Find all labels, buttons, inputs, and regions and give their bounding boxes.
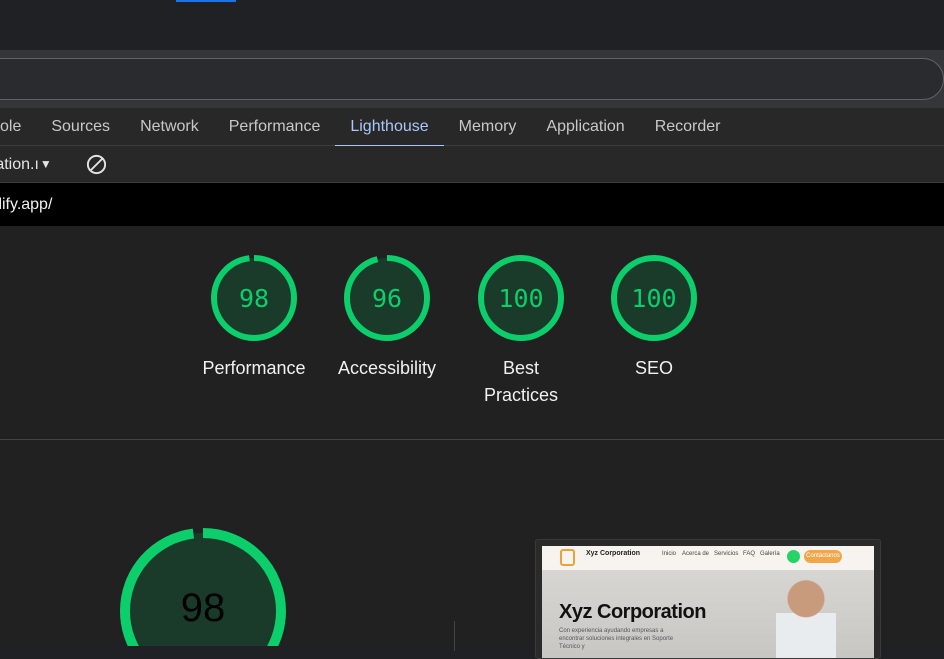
gauge-score: 96 bbox=[372, 284, 402, 313]
gauge-label: SEO bbox=[634, 358, 673, 378]
gauge-ring: 100 bbox=[478, 255, 564, 341]
tab-sources[interactable]: Sources bbox=[36, 108, 125, 146]
gauge-ring: 96 bbox=[344, 255, 430, 341]
lighthouse-toolbar: ration.ı▼ bbox=[0, 146, 944, 183]
summary-divider bbox=[454, 621, 455, 651]
site-menu-item: Servicios bbox=[714, 551, 739, 557]
tab-application[interactable]: Application bbox=[531, 108, 639, 146]
hero-person-image bbox=[776, 575, 836, 658]
gauge-accessibility[interactable]: 96 Accessibility bbox=[338, 253, 436, 382]
gauge-score: 98 bbox=[239, 284, 269, 313]
report-select-value: ration.ı bbox=[0, 156, 39, 173]
gauge-performance[interactable]: 98 Performance bbox=[202, 253, 306, 382]
gauges-divider bbox=[0, 439, 944, 440]
gauge-ring: 100 bbox=[611, 255, 697, 341]
site-hero-title: Xyz Corporation bbox=[559, 601, 706, 623]
gauge-best-practices[interactable]: 100 Best Practices bbox=[476, 253, 566, 409]
page-screenshot: Xyz Corporation Inicio Acerca de Servici… bbox=[535, 539, 881, 659]
gauge-label: Accessibility bbox=[337, 358, 437, 378]
main-score-value: 98 bbox=[181, 586, 226, 630]
report-url[interactable]: tlify.app/ bbox=[0, 183, 52, 226]
report-select[interactable]: ration.ı▼ bbox=[0, 146, 52, 182]
clear-icon[interactable] bbox=[85, 153, 108, 176]
tab-network[interactable]: Network bbox=[125, 108, 214, 146]
report-url-bar: tlify.app/ bbox=[0, 183, 944, 226]
devtools-tabs: sole Sources Network Performance Lightho… bbox=[0, 108, 944, 147]
site-menu-item: Inicio bbox=[662, 551, 677, 557]
address-row bbox=[0, 50, 944, 108]
gauge-score: 100 bbox=[498, 284, 543, 313]
tab-console[interactable]: sole bbox=[0, 108, 36, 146]
browser-top-area bbox=[0, 0, 944, 50]
caret-down-icon: ▼ bbox=[39, 157, 52, 171]
tab-recorder[interactable]: Recorder bbox=[640, 108, 736, 146]
whatsapp-icon bbox=[787, 550, 800, 563]
gauge-score: 100 bbox=[631, 284, 676, 313]
site-cta-button: Contáctanos bbox=[804, 550, 842, 563]
site-menu-item: Galería bbox=[760, 551, 780, 557]
site-hero-subtitle: Con experiencia ayudando empresas a enco… bbox=[559, 628, 674, 650]
gauge-label: Performance bbox=[202, 358, 306, 378]
address-bar[interactable] bbox=[0, 58, 944, 100]
brand-logo-icon bbox=[560, 549, 575, 566]
lighthouse-report: 98 Performance 96 Accessibility 100 Best Prac… bbox=[0, 226, 944, 659]
tab-accent-line bbox=[176, 0, 236, 2]
tab-memory[interactable]: Memory bbox=[444, 108, 532, 146]
tab-performance[interactable]: Performance bbox=[214, 108, 336, 146]
site-brand: Xyz Corporation bbox=[586, 550, 641, 557]
gauge-ring: 98 bbox=[211, 255, 297, 341]
tab-lighthouse[interactable]: Lighthouse bbox=[335, 108, 444, 147]
gauge-seo[interactable]: 100 SEO bbox=[609, 253, 699, 382]
main-score-gauge[interactable]: 98 bbox=[118, 526, 288, 646]
site-menu-item: FAQ bbox=[743, 551, 756, 557]
gauge-label: Best Practices bbox=[483, 358, 559, 405]
site-menu-item: Acerca de bbox=[682, 551, 710, 557]
